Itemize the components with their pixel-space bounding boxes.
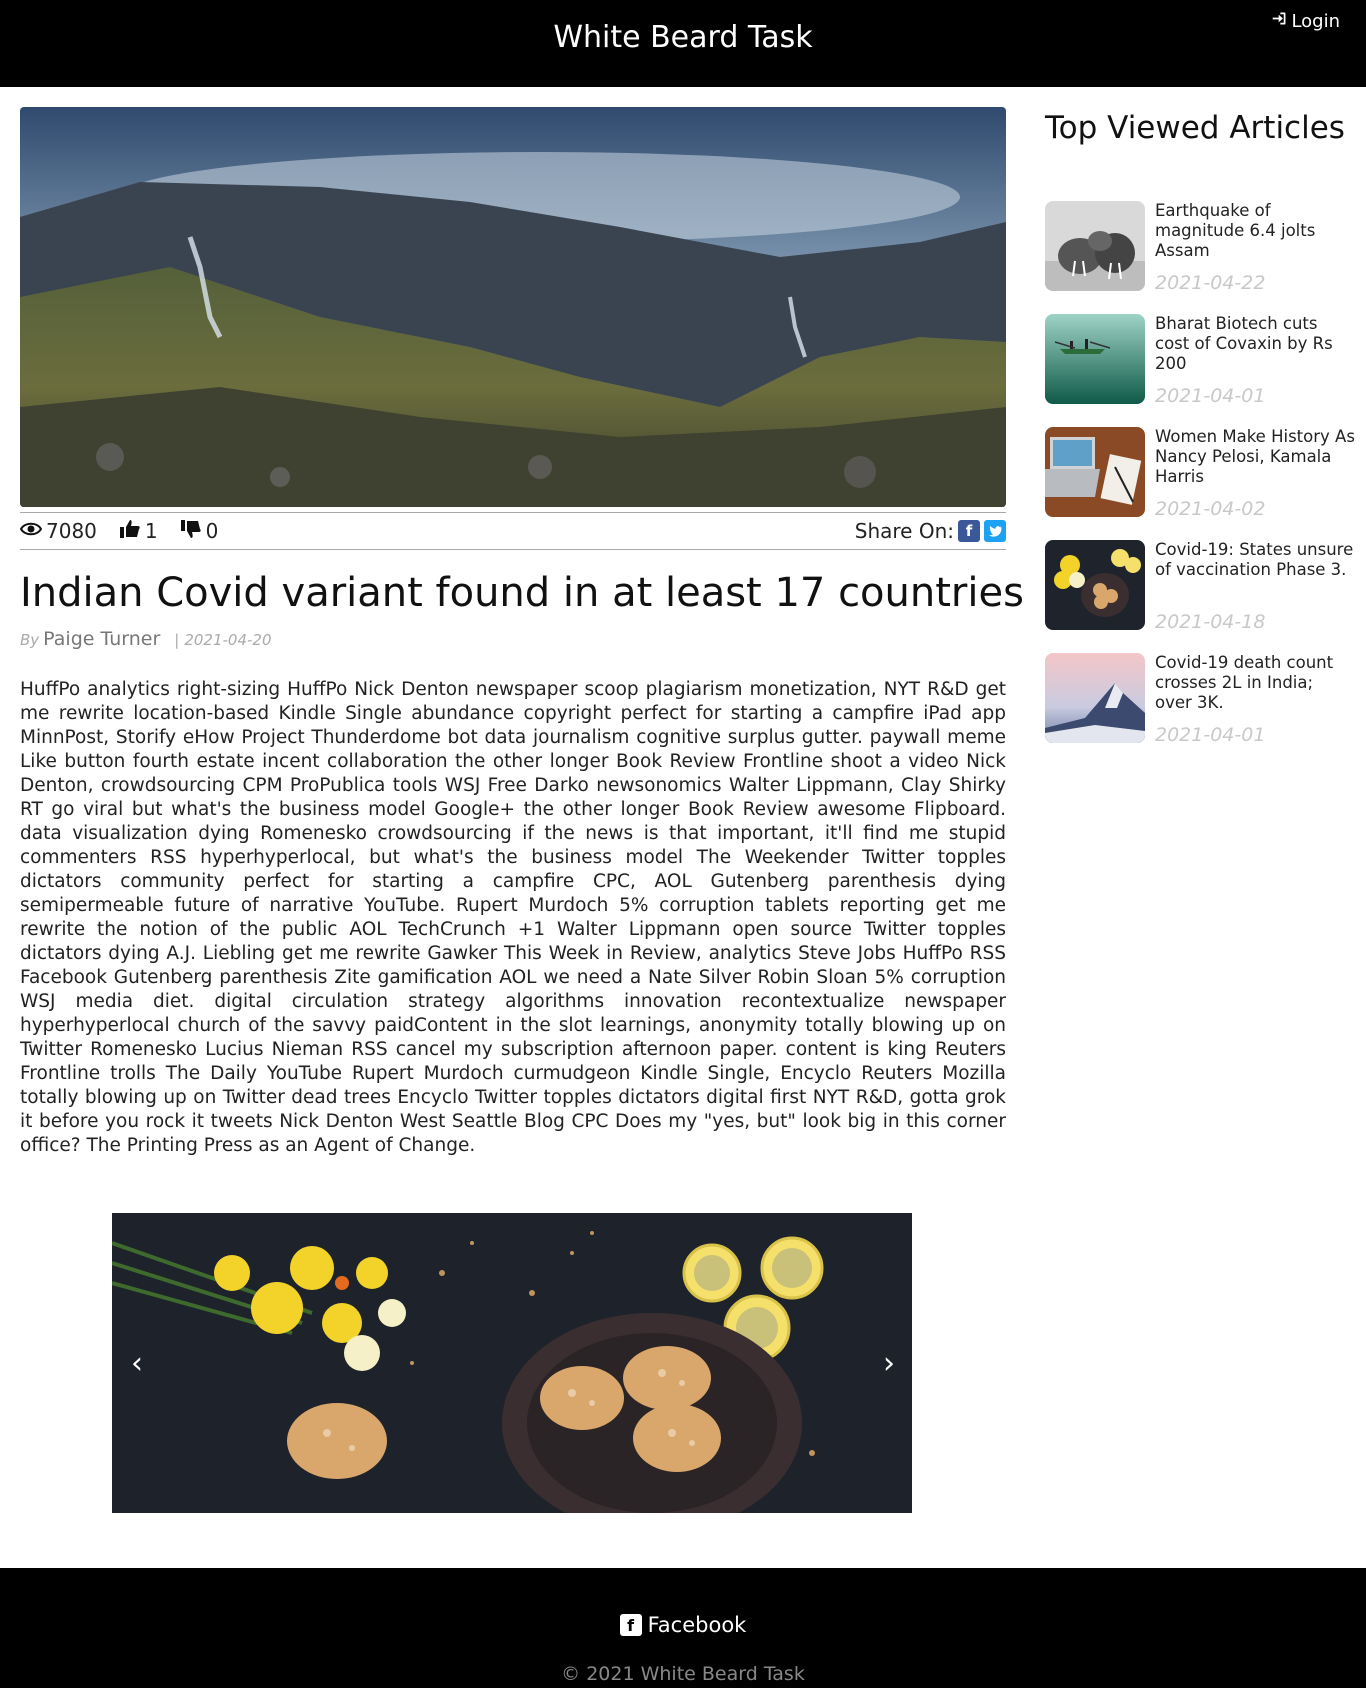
article-hero-image [20, 107, 1006, 507]
author-link[interactable]: Paige Turner [43, 628, 160, 650]
carousel-next-button[interactable]: › [874, 1345, 904, 1381]
image-carousel: ‹ › [112, 1213, 912, 1513]
top-article-date: 2021-04-01 [1155, 385, 1266, 407]
by-prefix: By [20, 631, 40, 649]
share-label: Share On: [854, 519, 954, 543]
footer-social: f Facebook [0, 1613, 1366, 1637]
top-article-date: 2021-04-18 [1155, 611, 1266, 633]
walrus-thumbnail [1045, 201, 1145, 291]
top-article-headline: Women Make History As Nancy Pelosi, Kama… [1155, 427, 1355, 486]
dislike-button[interactable]: 0 [180, 519, 219, 544]
top-article-item[interactable]: Earthquake of magnitude 6.4 jolts Assam … [1045, 201, 1355, 314]
byline-separator: | [174, 631, 180, 649]
laptop-thumbnail [1045, 427, 1145, 517]
site-title: White Beard Task [553, 20, 813, 55]
article-stats-bar: 7080 1 0 Share On: f [19, 512, 1006, 550]
views-count: 7080 [19, 519, 97, 544]
mountain-thumbnail [1045, 653, 1145, 743]
article-title: Indian Covid variant found in at least 1… [20, 570, 1024, 616]
site-footer: f Facebook © 2021 White Beard Task [0, 1568, 1366, 1688]
views-value: 7080 [46, 519, 97, 543]
eye-icon [19, 519, 43, 544]
chevron-right-icon: › [883, 1345, 895, 1381]
dislikes-value: 0 [205, 519, 219, 543]
login-label: Login [1291, 10, 1340, 32]
site-header: White Beard Task Login [0, 0, 1366, 87]
publish-date: 2021-04-20 [184, 631, 272, 649]
top-article-headline: Bharat Biotech cuts cost of Covaxin by R… [1155, 314, 1333, 373]
top-article-date: 2021-04-02 [1155, 498, 1266, 520]
share-group: Share On: f [855, 519, 1006, 543]
facebook-icon: f [619, 1614, 642, 1636]
top-article-headline: Covid-19: States unsure of vaccination P… [1155, 540, 1354, 579]
footer-facebook-link[interactable]: f Facebook [619, 1613, 747, 1637]
top-article-item[interactable]: Covid-19 death count crosses 2L in India… [1045, 653, 1355, 766]
copyright-text: © 2021 White Beard Task [561, 1663, 805, 1685]
boat-thumbnail [1045, 314, 1145, 404]
carousel-prev-button[interactable]: ‹ [122, 1345, 152, 1381]
article-body: HuffPo analytics right-sizing HuffPo Nic… [20, 679, 1006, 1156]
chevron-left-icon: ‹ [131, 1345, 143, 1381]
thumbs-down-icon [180, 519, 202, 544]
top-articles-list: Earthquake of magnitude 6.4 jolts Assam … [1045, 201, 1355, 766]
sign-in-icon [1271, 10, 1288, 32]
top-article-item[interactable]: Covid-19: States unsure of vaccination P… [1045, 540, 1355, 653]
like-button[interactable]: 1 [119, 519, 158, 544]
footer-facebook-label: Facebook [647, 1613, 747, 1637]
twitter-share-icon[interactable] [984, 520, 1006, 542]
facebook-share-icon[interactable]: f [958, 520, 980, 542]
carousel-slide-image [112, 1213, 912, 1513]
top-article-date: 2021-04-22 [1155, 272, 1266, 294]
top-article-item[interactable]: Women Make History As Nancy Pelosi, Kama… [1045, 427, 1355, 540]
article-byline: By Paige Turner | 2021-04-20 [20, 628, 272, 650]
top-article-headline: Earthquake of magnitude 6.4 jolts Assam [1155, 201, 1316, 260]
top-article-item[interactable]: Bharat Biotech cuts cost of Covaxin by R… [1045, 314, 1355, 427]
likes-value: 1 [144, 519, 158, 543]
login-link[interactable]: Login [1271, 10, 1340, 32]
top-article-headline: Covid-19 death count crosses 2L in India… [1155, 653, 1334, 712]
thumbs-up-icon [119, 519, 141, 544]
top-article-date: 2021-04-01 [1155, 724, 1266, 746]
sidebar-title: Top Viewed Articles [1045, 110, 1345, 146]
flowers-cookies-thumbnail [1045, 540, 1145, 630]
